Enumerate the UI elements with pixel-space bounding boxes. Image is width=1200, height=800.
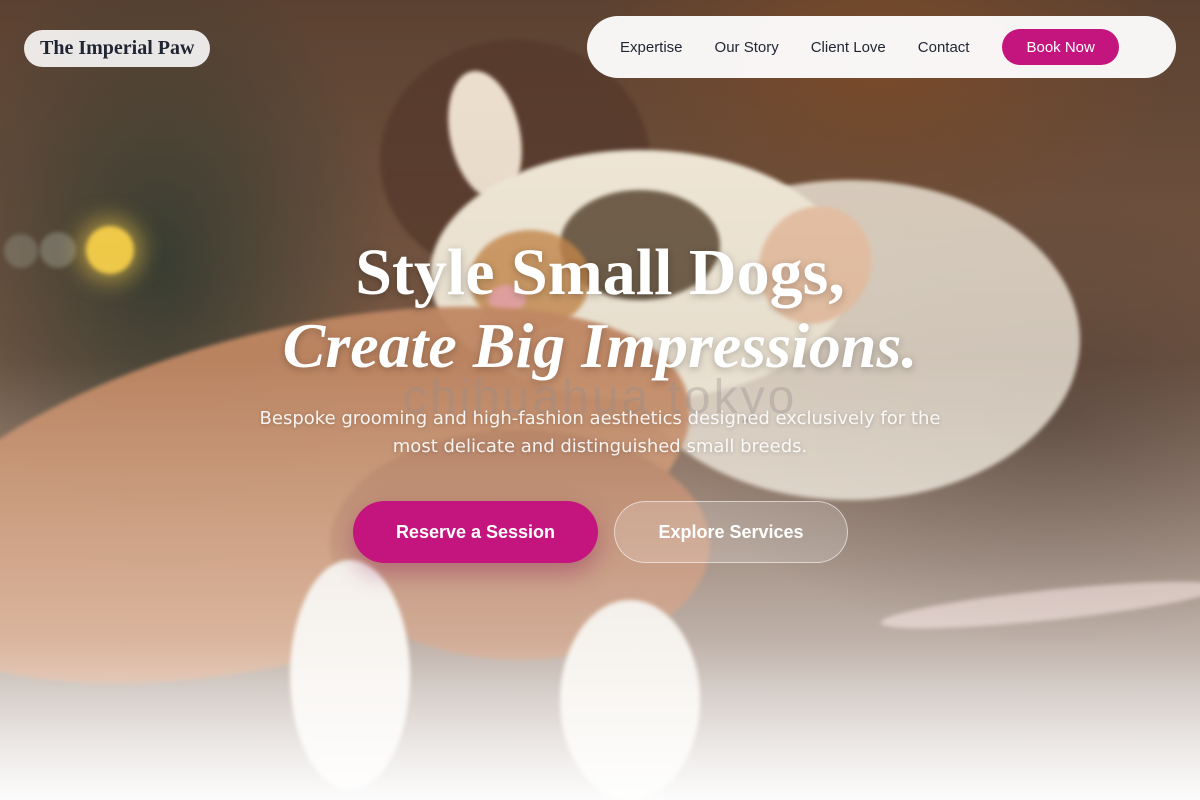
book-now-button[interactable]: Book Now — [1002, 29, 1119, 65]
nav-link-our-story[interactable]: Our Story — [715, 39, 779, 56]
hero-headline-line-2: Create Big Impressions. — [282, 310, 918, 381]
nav-link-contact[interactable]: Contact — [918, 39, 970, 56]
nav-link-expertise[interactable]: Expertise — [620, 39, 683, 56]
brand-logo[interactable]: The Imperial Paw — [24, 30, 211, 67]
main-nav: Expertise Our Story Client Love Contact … — [587, 16, 1176, 78]
hero-headline: Style Small Dogs, Create Big Impressions… — [0, 236, 1200, 382]
hero-subheading: Bespoke grooming and high-fashion aesthe… — [259, 408, 941, 457]
nav-link-client-love[interactable]: Client Love — [811, 39, 886, 56]
reserve-session-button[interactable]: Reserve a Session — [353, 501, 598, 563]
explore-services-button[interactable]: Explore Services — [614, 501, 848, 563]
hero-headline-line-1: Style Small Dogs, — [355, 236, 845, 309]
